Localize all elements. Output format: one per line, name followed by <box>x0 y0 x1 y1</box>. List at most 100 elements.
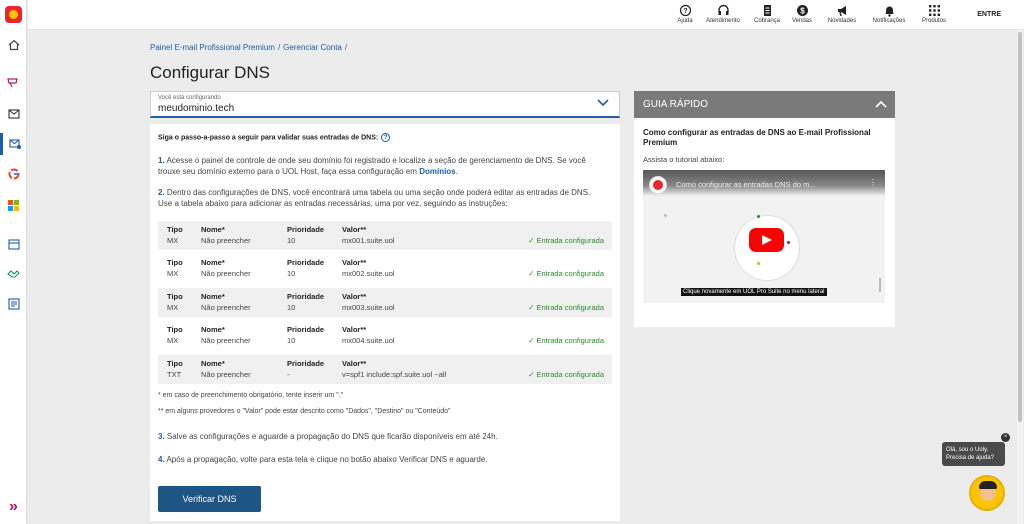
chevron-up-icon[interactable] <box>875 91 887 118</box>
record-type: MX <box>167 303 179 312</box>
breadcrumb-item-manage[interactable]: Gerenciar Conta <box>283 43 342 52</box>
note-required: * em caso de preenchimento obrigatório, … <box>158 392 344 399</box>
page-title: Configurar DNS <box>150 63 270 82</box>
value-header: Valor** <box>342 325 367 334</box>
svg-text:?: ? <box>683 8 687 15</box>
name-header: Nome* <box>201 292 225 301</box>
table-row: Tipo Nome* Prioridade Valor** MX Não pre… <box>158 288 612 317</box>
help-button[interactable]: ? Ajuda <box>671 4 699 24</box>
help-icon[interactable]: ? <box>381 133 391 142</box>
step-1: 1. Acesse o painel de controle de onde s… <box>158 156 586 176</box>
document-icon[interactable] <box>0 293 27 315</box>
dollar-icon: $ <box>796 5 808 16</box>
breadcrumb: Painel E-mail Profissional Premium / Geren… <box>150 43 350 52</box>
record-name: Não preencher <box>201 370 251 379</box>
news-label: Novidades <box>827 18 857 24</box>
record-value: mx002.suite.uol <box>342 269 395 278</box>
billing-button[interactable]: Cobrança <box>751 4 783 24</box>
products-label: Produtos <box>921 18 946 24</box>
video-scrollbar <box>879 278 881 292</box>
chat-bubble[interactable]: Olá, sou o Uoly. Precisa de ajuda? <box>942 442 1005 466</box>
page-scrollbar[interactable] <box>1017 30 1023 524</box>
microsoft-icon[interactable] <box>0 194 27 216</box>
headset-icon <box>717 4 729 15</box>
record-value: mx003.suite.uol <box>342 303 395 312</box>
record-type: MX <box>167 269 179 278</box>
help-icon: ? <box>679 4 691 17</box>
google-icon[interactable] <box>0 163 27 185</box>
notifications-label: Notificações <box>872 18 906 24</box>
scrollbar-thumb[interactable] <box>1018 32 1022 422</box>
name-header: Nome* <box>201 225 225 234</box>
close-icon[interactable]: × <box>1001 433 1010 442</box>
sales-button[interactable]: $ Vendas <box>790 4 814 24</box>
more-options-icon[interactable]: ⋮ <box>869 178 877 187</box>
status-badge: ✓ Entrada configurada <box>528 336 604 345</box>
domains-link[interactable]: Domínios <box>419 167 455 176</box>
domain-select[interactable]: Você está configurando meudominio.tech <box>150 91 620 118</box>
video-title[interactable]: Como configurar as entradas DNS do m... <box>676 180 816 189</box>
calendar-icon[interactable] <box>0 233 27 255</box>
record-type: MX <box>167 336 179 345</box>
play-icon[interactable] <box>749 228 784 252</box>
record-value: v=spf1 include:spf.suite.uol ~all <box>342 370 447 379</box>
top-bar: ? Ajuda Atendimento Cobrança $ Vendas No… <box>28 0 1024 30</box>
guide-subtitle: Assista o tutorial abaixo: <box>643 155 725 164</box>
record-type: MX <box>167 236 179 245</box>
support-button[interactable]: Atendimento <box>702 4 744 24</box>
notifications-button[interactable]: Notificações <box>870 4 908 24</box>
step-number: 1. <box>158 156 165 165</box>
home-icon[interactable] <box>0 34 27 56</box>
video-caption: Clique novamente em UOL Pro Suite no men… <box>681 288 827 296</box>
domain-select-label: Você está configurando <box>158 95 221 101</box>
marketing-icon[interactable] <box>0 72 27 94</box>
mail-icon[interactable] <box>0 103 27 125</box>
record-name: Não preencher <box>201 269 251 278</box>
tutorial-video[interactable]: Como configurar as entradas DNS do m... … <box>643 170 885 303</box>
type-header: Tipo <box>167 325 183 334</box>
expand-sidebar-icon[interactable]: » <box>0 495 27 519</box>
priority-header: Prioridade <box>287 258 325 267</box>
status-badge: ✓ Entrada configurada <box>528 269 604 278</box>
status-badge: ✓ Entrada configurada <box>528 370 604 379</box>
domain-select-value: meudominio.tech <box>158 103 235 114</box>
value-header: Valor** <box>342 258 367 267</box>
support-label: Atendimento <box>706 18 740 24</box>
handshake-icon[interactable] <box>0 263 27 285</box>
news-button[interactable]: Novidades <box>826 4 858 24</box>
record-name: Não preencher <box>201 303 251 312</box>
table-row: Tipo Nome* Prioridade Valor** MX Não pre… <box>158 254 612 283</box>
verify-dns-button[interactable]: Verificar DNS <box>158 486 261 512</box>
help-label: Ajuda <box>677 18 693 24</box>
decorative-dot <box>757 262 760 265</box>
quick-guide-header[interactable]: GUIA RÁPIDO <box>634 91 895 118</box>
priority-header: Prioridade <box>287 225 325 234</box>
type-header: Tipo <box>167 225 183 234</box>
record-value: mx004.suite.uol <box>342 336 395 345</box>
type-header: Tipo <box>167 359 183 368</box>
svg-text:$: $ <box>800 6 805 15</box>
breadcrumb-item-panel[interactable]: Painel E-mail Profissional Premium <box>150 43 275 52</box>
record-priority: 10 <box>287 336 296 345</box>
email-pro-icon[interactable] <box>0 133 27 155</box>
chat-assistant-avatar[interactable] <box>969 475 1005 511</box>
record-priority: - <box>287 370 290 379</box>
chat-question: Precisa de ajuda? <box>946 455 995 461</box>
login-link[interactable]: ENTRE <box>977 11 1001 18</box>
invoice-icon <box>763 5 771 16</box>
billing-label: Cobrança <box>753 18 780 24</box>
value-header: Valor** <box>342 225 367 234</box>
left-sidebar: » <box>0 0 27 524</box>
table-row: Tipo Nome* Prioridade Valor** MX Não pre… <box>158 321 612 350</box>
uol-channel-logo[interactable] <box>649 176 667 194</box>
step-1-text: Acesse o painel de controle de onde seu … <box>158 156 586 176</box>
record-priority: 10 <box>287 303 296 312</box>
step-3: 3. Salve as configurações e aguarde a pr… <box>158 431 603 442</box>
uol-logo[interactable] <box>5 6 22 23</box>
record-value: mx001.suite.uol <box>342 236 395 245</box>
note-value: ** em alguns provedores o "Valor" pode e… <box>158 408 451 415</box>
instructions-intro-text: Siga o passo-a-passo a seguir para valid… <box>158 134 379 142</box>
step-2: 2. Dentro das configurações de DNS, você… <box>158 187 603 209</box>
value-header: Valor** <box>342 359 367 368</box>
products-button[interactable]: Produtos <box>918 4 950 24</box>
